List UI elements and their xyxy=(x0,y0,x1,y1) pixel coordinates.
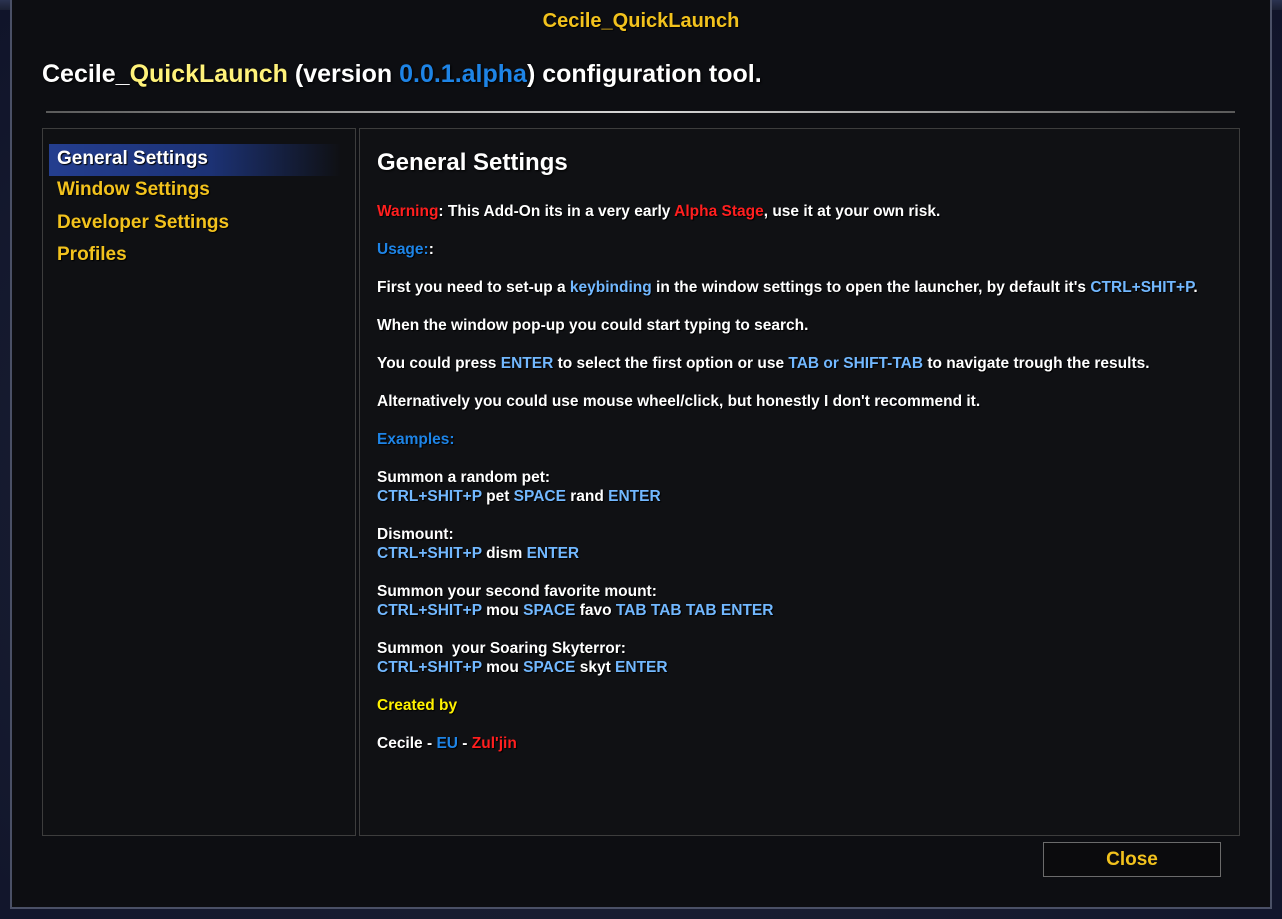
author-separator: - xyxy=(458,735,472,752)
warning-label: Warning xyxy=(377,203,439,220)
usage-text: in the window settings to open the launc… xyxy=(651,279,1091,296)
usage-colon: : xyxy=(428,241,434,258)
example-3-keys: CTRL+SHIT+P mou SPACE favo TAB TAB TAB E… xyxy=(377,602,773,620)
header-addon-name: QuickLaunch xyxy=(129,60,288,88)
author-name: Cecile xyxy=(377,735,423,752)
usage-text: . xyxy=(1193,279,1198,296)
example-4-title: Summon your Soaring Skyterror: xyxy=(377,640,626,657)
usage-text: You could press xyxy=(377,355,501,372)
tab-enter-keys: TAB TAB TAB ENTER xyxy=(615,602,774,619)
header-version: 0.0.1.alpha xyxy=(399,60,527,88)
content-title: General Settings xyxy=(377,149,568,176)
example-3-title: Summon your second favorite mount: xyxy=(377,583,657,600)
typed-text: skyt xyxy=(575,659,616,676)
page-header: Cecile_QuickLaunch (version 0.0.1.alpha)… xyxy=(42,60,762,89)
header-prefix: Cecile_ xyxy=(42,60,130,88)
space-key: SPACE xyxy=(523,659,576,676)
usage-text: First you need to set-up a xyxy=(377,279,570,296)
usage-line-2: When the window pop-up you could start t… xyxy=(377,317,809,334)
example-2-keys: CTRL+SHIT+P dism ENTER xyxy=(377,545,579,563)
space-key: SPACE xyxy=(513,488,566,505)
example-1-title: Summon a random pet: xyxy=(377,469,551,486)
sidebar-item-developer-settings[interactable]: Developer Settings xyxy=(49,208,341,240)
typed-text: mou xyxy=(481,659,524,676)
default-shortcut: CTRL+SHIT+P xyxy=(1090,279,1194,296)
example-2-title: Dismount: xyxy=(377,526,454,543)
enter-key: ENTER xyxy=(500,355,554,372)
sidebar-item-window-settings[interactable]: Window Settings xyxy=(49,175,341,207)
warning-text: : This Add-On its in a very early xyxy=(438,203,675,220)
typed-text: favo xyxy=(575,602,616,619)
enter-key: ENTER xyxy=(608,488,661,505)
example-1-keys: CTRL+SHIT+P pet SPACE rand ENTER xyxy=(377,488,661,506)
enter-key: ENTER xyxy=(526,545,580,562)
typed-text: dism xyxy=(481,545,527,562)
header-version-open: (version xyxy=(287,60,400,88)
examples-label: Examples: xyxy=(377,431,455,448)
typed-text: rand xyxy=(565,488,609,505)
usage-label: Usage: xyxy=(377,241,429,258)
enter-key: ENTER xyxy=(615,659,668,676)
sidebar-item-profiles[interactable]: Profiles xyxy=(49,240,341,272)
typed-text: pet xyxy=(481,488,514,505)
shortcut-key: CTRL+SHIT+P xyxy=(377,659,482,676)
warning-line: Warning: This Add-On its in a very early… xyxy=(377,203,940,221)
settings-content-panel: General Settings Warning: This Add-On it… xyxy=(359,128,1240,836)
header-divider xyxy=(46,111,1235,113)
example-4-keys: CTRL+SHIT+P mou SPACE skyt ENTER xyxy=(377,659,668,677)
created-by-label: Created by xyxy=(377,697,458,714)
author-realm: Zul'jin xyxy=(471,735,517,752)
usage-line: Usage:: xyxy=(377,241,434,259)
typed-text: mou xyxy=(481,602,524,619)
usage-line-3: You could press ENTER to select the firs… xyxy=(377,355,1150,373)
tab-keys: TAB or SHIFT-TAB xyxy=(788,355,924,372)
usage-line-4: Alternatively you could use mouse wheel/… xyxy=(377,393,981,410)
author-line: Cecile - EU - Zul'jin xyxy=(377,735,517,753)
author-separator: - xyxy=(422,735,437,752)
header-suffix: ) configuration tool. xyxy=(526,60,762,88)
settings-sidebar: General Settings Window Settings Develop… xyxy=(42,128,356,836)
shortcut-key: CTRL+SHIT+P xyxy=(377,488,482,505)
sidebar-item-general-settings[interactable]: General Settings xyxy=(49,144,341,176)
usage-line-1: First you need to set-up a keybinding in… xyxy=(377,279,1198,297)
alpha-stage-label: Alpha Stage xyxy=(674,203,764,220)
keybinding-keyword: keybinding xyxy=(569,279,652,296)
close-button[interactable]: Close xyxy=(1043,842,1221,877)
usage-text: to navigate trough the results. xyxy=(923,355,1150,372)
usage-text: to select the first option or use xyxy=(553,355,789,372)
shortcut-key: CTRL+SHIT+P xyxy=(377,545,482,562)
author-region: EU xyxy=(436,735,458,752)
space-key: SPACE xyxy=(523,602,576,619)
shortcut-key: CTRL+SHIT+P xyxy=(377,602,482,619)
window-title: Cecile_QuickLaunch xyxy=(542,10,740,32)
warning-text-end: , use it at your own risk. xyxy=(763,203,941,220)
